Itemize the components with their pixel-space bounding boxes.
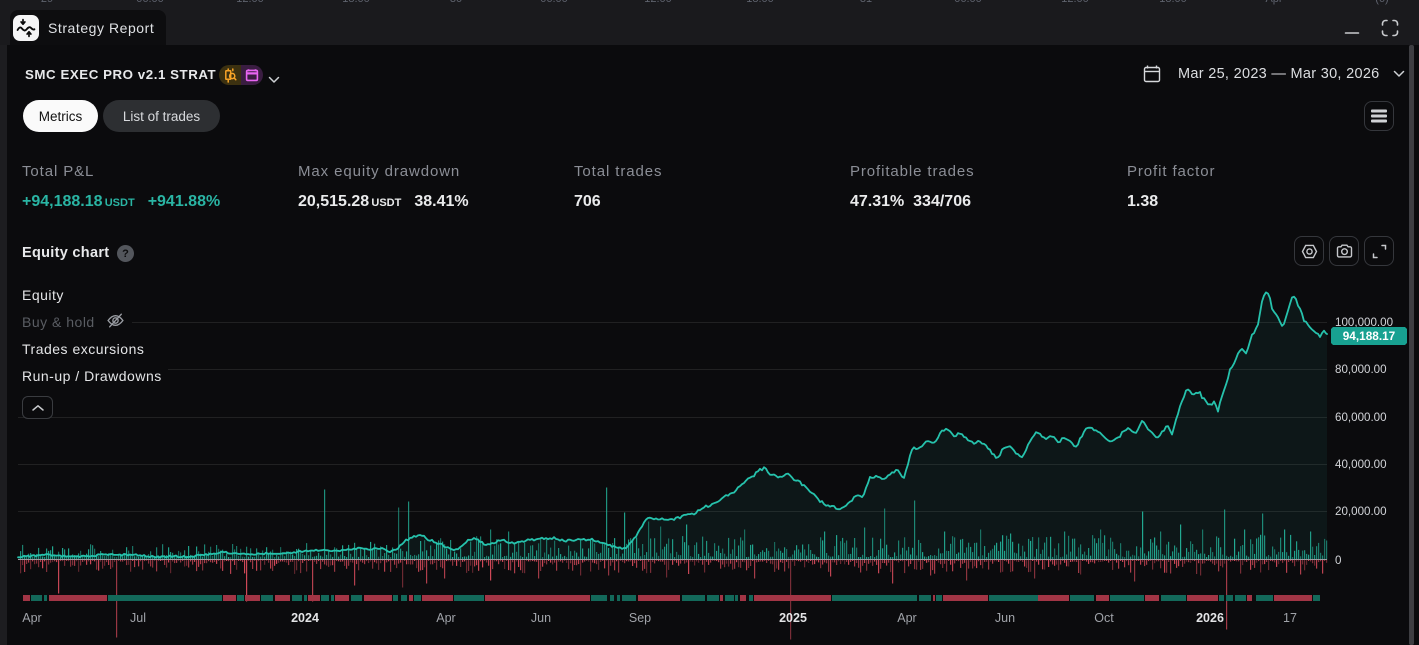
svg-text:Apr: Apr	[897, 611, 916, 625]
svg-text:0: 0	[1335, 554, 1341, 567]
svg-text:60,000.00: 60,000.00	[1335, 411, 1387, 424]
svg-text:17: 17	[1283, 611, 1297, 625]
svg-text:Jun: Jun	[531, 611, 551, 625]
svg-text:Jun: Jun	[995, 611, 1015, 625]
svg-text:94,188.17: 94,188.17	[1343, 329, 1396, 343]
svg-text:Jul: Jul	[130, 611, 146, 625]
svg-text:2026: 2026	[1196, 611, 1224, 625]
svg-text:40,000.00: 40,000.00	[1335, 458, 1387, 471]
svg-text:80,000.00: 80,000.00	[1335, 363, 1387, 376]
svg-text:Apr: Apr	[436, 611, 455, 625]
svg-text:Oct: Oct	[1094, 611, 1114, 625]
svg-text:Sep: Sep	[629, 611, 651, 625]
svg-text:2024: 2024	[291, 611, 319, 625]
svg-text:20,000.00: 20,000.00	[1335, 505, 1387, 518]
svg-text:Apr: Apr	[22, 611, 41, 625]
svg-text:2025: 2025	[779, 611, 807, 625]
